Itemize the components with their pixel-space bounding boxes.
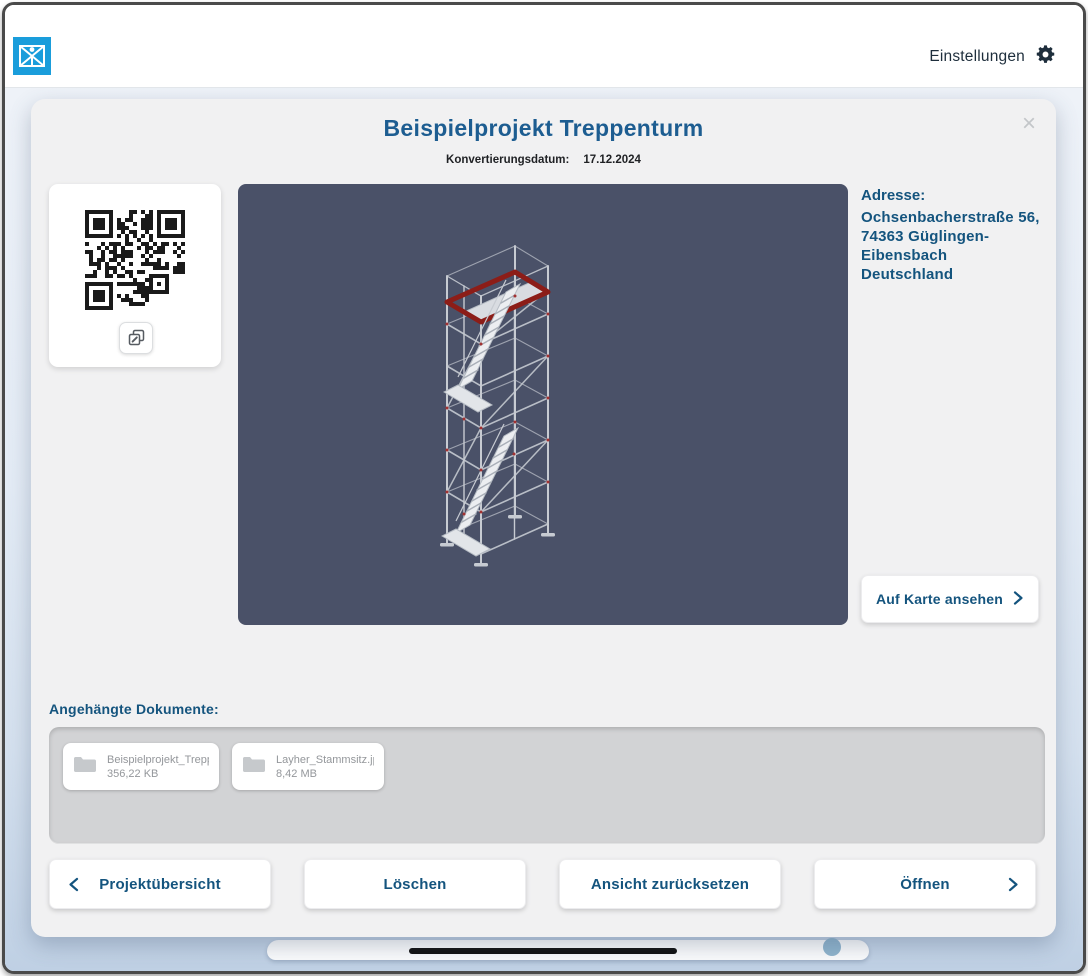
open-label: Öffnen: [900, 876, 950, 893]
documents-label: Angehängte Dokumente:: [49, 701, 219, 717]
chevron-right-icon: [1012, 590, 1024, 609]
document-name: Layher_Stammsitz.jpg: [276, 754, 374, 766]
conversion-date: Konvertierungsdatum: 17.12.2024: [31, 154, 1056, 166]
document-chip[interactable]: Beispielprojekt_Treppe 356,22 KB: [63, 743, 219, 790]
document-chip[interactable]: Layher_Stammsitz.jpg 8,42 MB: [232, 743, 384, 790]
document-name: Beispielprojekt_Treppe: [107, 754, 209, 766]
view-on-map-label: Auf Karte ansehen: [876, 591, 1003, 607]
address-value: Ochsenbacherstraße 56, 74363 Güglingen- …: [861, 208, 1055, 284]
reset-view-button[interactable]: Ansicht zurücksetzen: [559, 859, 781, 909]
address-label: Adresse:: [861, 187, 1055, 204]
view-on-map-button[interactable]: Auf Karte ansehen: [861, 575, 1039, 623]
delete-button[interactable]: Löschen: [304, 859, 526, 909]
layher-logo: [13, 37, 51, 75]
gear-icon: [1034, 43, 1057, 71]
screenshot-stage: Einstellungen × Beispielprojekt Treppent…: [0, 0, 1088, 976]
folder-icon: [73, 755, 97, 778]
reset-view-label: Ansicht zurücksetzen: [591, 876, 749, 893]
project-title: Beispielprojekt Treppenturm: [31, 115, 1056, 142]
address-block: Adresse: Ochsenbacherstraße 56, 74363 Gü…: [861, 187, 1055, 284]
document-size: 8,42 MB: [276, 768, 374, 780]
home-indicator[interactable]: [409, 948, 677, 954]
chevron-right-icon: [1007, 876, 1019, 897]
document-size: 356,22 KB: [107, 768, 209, 780]
open-button[interactable]: Öffnen: [814, 859, 1036, 909]
project-overview-button[interactable]: Projektübersicht: [49, 859, 271, 909]
documents-panel: Beispielprojekt_Treppe 356,22 KB Layher_…: [49, 727, 1045, 844]
qr-code: [85, 210, 185, 310]
project-overview-label: Projektübersicht: [99, 876, 221, 893]
conversion-date-value: 17.12.2024: [583, 154, 641, 166]
settings-label: Einstellungen: [929, 48, 1025, 66]
copy-link-icon: [126, 327, 146, 350]
conversion-date-label: Konvertierungsdatum:: [446, 154, 569, 166]
scroll-indicator-dot: [823, 938, 841, 956]
device-frame: Einstellungen × Beispielprojekt Treppent…: [2, 2, 1086, 974]
qr-card: [49, 184, 221, 367]
scaffold-tower-model: [238, 184, 848, 625]
delete-label: Löschen: [383, 876, 446, 893]
folder-icon: [242, 755, 266, 778]
settings-button[interactable]: Einstellungen: [929, 43, 1057, 71]
copy-qr-button[interactable]: [119, 322, 153, 354]
project-detail-modal: × Beispielprojekt Treppenturm Konvertier…: [31, 99, 1056, 937]
chevron-left-icon: [68, 876, 80, 897]
app-header: Einstellungen: [5, 5, 1083, 88]
model-viewer[interactable]: [238, 184, 848, 625]
